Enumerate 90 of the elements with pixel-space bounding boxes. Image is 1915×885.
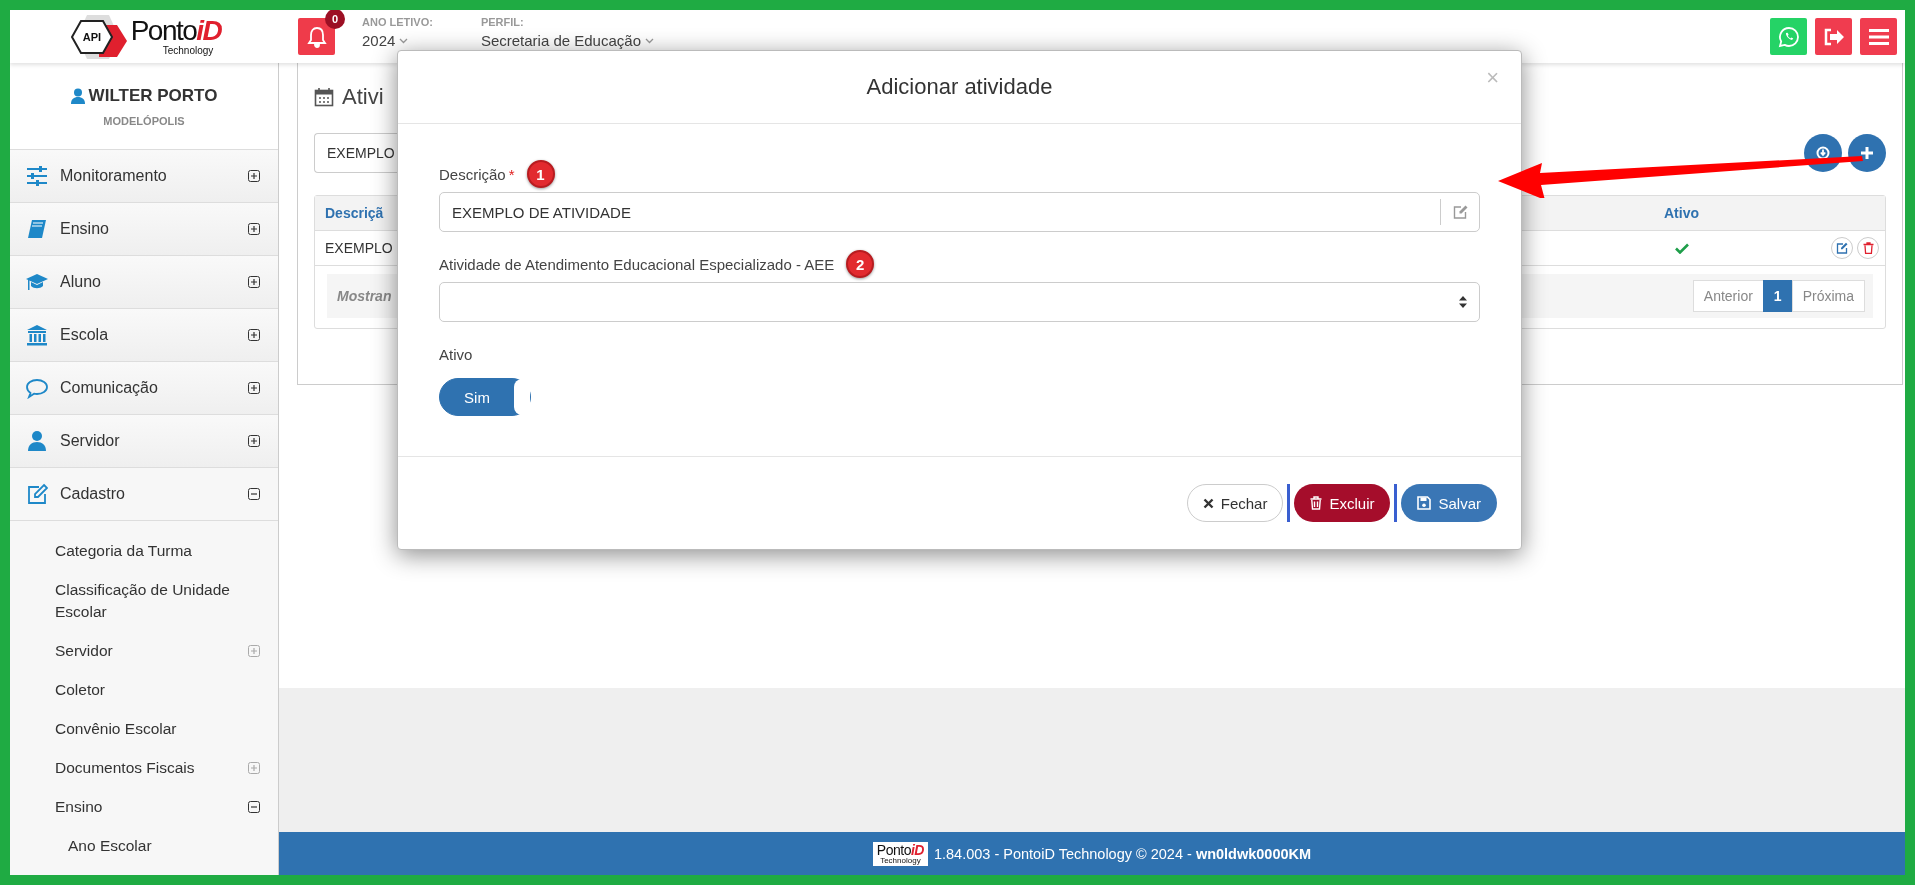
bell-icon [306, 25, 327, 48]
footer-logo: PontoiD Technology [872, 841, 928, 866]
menu-label: Escola [60, 326, 110, 344]
submenu-link[interactable]: Ano Escolar [10, 826, 278, 865]
menu-item[interactable]: Servidor [10, 415, 278, 468]
menu-item[interactable]: Monitoramento [10, 150, 278, 203]
menu-icon [1868, 27, 1889, 46]
expand-icon[interactable] [248, 329, 260, 341]
expand-icon[interactable] [248, 276, 260, 288]
caret-icon[interactable] [399, 37, 409, 44]
expand-icon[interactable] [248, 435, 260, 447]
submenu-item[interactable]: Servidor [10, 631, 278, 670]
menu-button[interactable] [1860, 18, 1897, 55]
submenu-link[interactable]: Coletor [10, 670, 278, 709]
column-header[interactable]: Ativo [1664, 205, 1699, 221]
save-icon [1417, 496, 1432, 510]
menu-label: Servidor [60, 432, 121, 450]
brand-tagline: Technology [162, 45, 214, 56]
bank-building-icon [26, 324, 48, 346]
delete-button[interactable]: Excluir [1294, 484, 1391, 522]
phone-bubble-icon [1777, 25, 1800, 48]
trash-icon [1862, 242, 1874, 254]
user-name: WILTER PORTO [88, 85, 218, 106]
modal-title: Adicionar atividade [866, 74, 1053, 100]
edit-icon [1452, 205, 1468, 219]
pagination-button[interactable]: 1 [1762, 280, 1793, 312]
toggle-label: Ativo [439, 345, 473, 363]
download-icon [1816, 146, 1830, 160]
user-icon [26, 430, 48, 452]
trash-icon [1310, 496, 1323, 510]
submenu-link[interactable]: Categoria da Turma [10, 531, 278, 570]
select-field[interactable] [439, 282, 1480, 322]
book-icon [26, 218, 48, 240]
menu-label: Monitoramento [60, 167, 168, 185]
submenu-link[interactable]: Classificação de Unidade Escolar [10, 570, 278, 631]
edit-button[interactable] [1831, 237, 1853, 259]
step-marker: 1 [526, 160, 555, 188]
logout-button[interactable] [1815, 18, 1852, 55]
add-button[interactable] [1848, 134, 1886, 172]
notification-count: 0 [325, 10, 345, 29]
menu-item[interactable]: Cadastro [10, 468, 278, 521]
plus-icon [1860, 146, 1874, 160]
step-marker: 2 [846, 250, 875, 278]
menu-label: Aluno [60, 273, 102, 291]
expand-icon[interactable] [248, 382, 260, 394]
close-icon [1202, 497, 1214, 509]
submenu-item[interactable]: Ensino [10, 787, 278, 826]
speech-bubble-icon [26, 377, 48, 399]
field-label: Descrição * [439, 165, 515, 183]
graduation-cap-icon [26, 271, 48, 293]
expand-icon[interactable] [248, 223, 260, 235]
brand-name: PontoiD [130, 17, 222, 45]
header-label: PERFIL: [480, 16, 525, 28]
page-title: Ativi [342, 84, 384, 110]
pagination-button[interactable]: Próxima [1791, 280, 1865, 312]
header-value[interactable]: 2024 [362, 32, 396, 49]
close-button[interactable]: Fechar [1186, 484, 1284, 522]
caret-icon[interactable] [645, 37, 654, 44]
menu-label: Comunicação [60, 379, 159, 397]
menu-item[interactable]: Escola [10, 309, 278, 362]
submenu-item[interactable]: Documentos Fiscais [10, 748, 278, 787]
menu-label: Ensino [60, 220, 110, 238]
collapse-icon[interactable] [248, 800, 260, 813]
menu-label: Cadastro [60, 485, 126, 503]
header-label: ANO LETIVO: [362, 16, 433, 28]
save-button[interactable]: Salvar [1401, 484, 1497, 522]
menu-item[interactable]: Ensino [10, 203, 278, 256]
text-field[interactable]: EXEMPLO DE ATIVIDADE [439, 192, 1480, 232]
user-city: MODELÓPOLIS [103, 114, 185, 127]
submenu-link[interactable]: Convênio Escolar [10, 709, 278, 748]
search-field[interactable]: EXEMPLO [314, 133, 398, 173]
header-value[interactable]: Secretaria de Educação [480, 32, 641, 49]
footer-text: 1.84.003 - PontoiD Technology © 2024 - wn0ldwk0000KM [933, 845, 1312, 862]
logout-icon [1822, 26, 1845, 47]
pagination-button[interactable]: Anterior [1692, 280, 1764, 312]
edit-icon [26, 483, 48, 505]
menu-item[interactable]: Comunicação [10, 362, 278, 415]
field-label: Atividade de Atendimento Educacional Especializado - AEE [439, 255, 835, 273]
menu-item[interactable]: Aluno [10, 256, 278, 309]
collapse-icon[interactable] [248, 488, 260, 500]
delete-button[interactable] [1857, 237, 1879, 259]
toggle-switch[interactable]: Sim [439, 378, 531, 416]
sliders-icon [26, 165, 48, 187]
table-summary: Mostran [337, 288, 392, 304]
sort-caret-icon [1458, 295, 1468, 309]
expand-icon[interactable] [248, 170, 260, 182]
user-icon [70, 87, 85, 104]
table-cell-text: EXEMPLO [324, 240, 394, 256]
edit-icon [1836, 242, 1848, 254]
calendar-icon [314, 87, 334, 107]
